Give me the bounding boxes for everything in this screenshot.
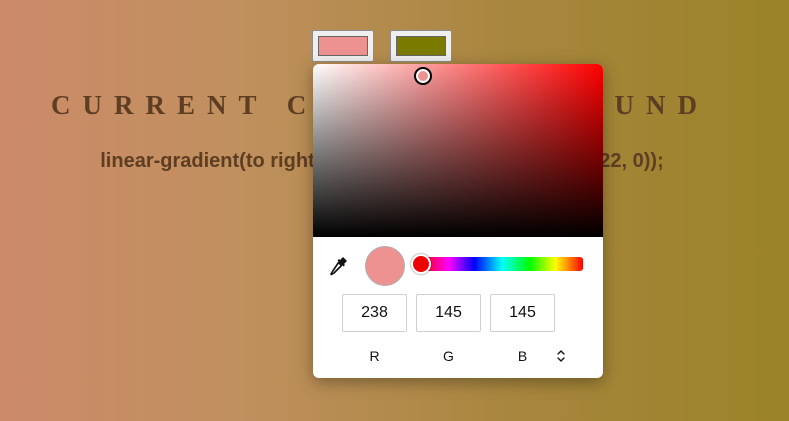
- swatch-right-fill: [396, 36, 446, 56]
- red-input[interactable]: [342, 294, 407, 332]
- up-down-chevrons-icon[interactable]: [551, 347, 571, 365]
- color-picker-popup: R G B: [313, 64, 603, 378]
- selected-color-preview: [365, 246, 405, 286]
- red-label: R: [369, 348, 380, 364]
- saturation-value-handle[interactable]: [414, 67, 432, 85]
- hue-slider-thumb[interactable]: [411, 254, 431, 274]
- hue-slider[interactable]: [421, 257, 583, 271]
- blue-label: B: [517, 348, 528, 364]
- eyedropper-icon[interactable]: [329, 255, 349, 277]
- green-label: G: [443, 348, 454, 364]
- saturation-value-area[interactable]: [313, 64, 603, 237]
- swatch-left-fill: [318, 36, 368, 56]
- color-swatch-left[interactable]: [312, 30, 374, 62]
- color-swatch-right[interactable]: [390, 30, 452, 62]
- green-input[interactable]: [416, 294, 481, 332]
- blue-input[interactable]: [490, 294, 555, 332]
